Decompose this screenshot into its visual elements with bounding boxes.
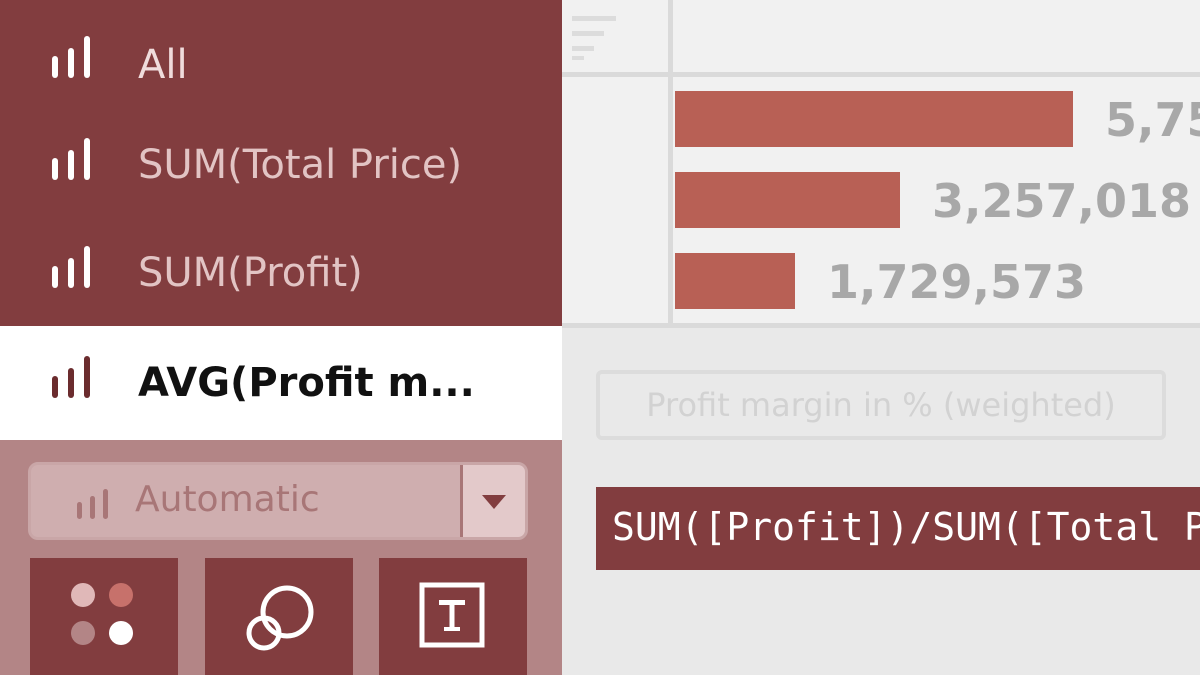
bar[interactable]	[675, 253, 795, 309]
mark-type-dropdown-button[interactable]	[460, 465, 525, 537]
mark-item-all[interactable]: All	[0, 0, 562, 108]
text-button[interactable]	[379, 558, 527, 675]
bar-value-label: 1,729,573	[827, 255, 1086, 309]
mark-item-label: SUM(Total Price)	[138, 142, 463, 188]
text-label-icon	[419, 582, 485, 648]
calculation-formula[interactable]: SUM([Profit])/SUM([Total Pr	[596, 487, 1200, 570]
calculation-formula-text: SUM([Profit])/SUM([Total Pr	[612, 505, 1200, 549]
caret-down-icon	[482, 495, 506, 509]
bar-chart-icon	[52, 246, 90, 288]
size-button[interactable]	[205, 558, 353, 675]
mark-item-sum-total-price[interactable]: SUM(Total Price)	[0, 108, 562, 216]
mark-type-dropdown[interactable]: Automatic	[28, 462, 528, 540]
bar[interactable]	[675, 91, 1073, 147]
mark-item-label: AVG(Profit m...	[138, 360, 475, 406]
view-area: 5,75 3,257,018 1,729,573	[562, 0, 1200, 328]
marks-card: All SUM(Total Price) SUM(Profit) AVG(Pro…	[0, 0, 562, 675]
mark-item-label: SUM(Profit)	[138, 250, 363, 296]
bar-chart-icon	[77, 489, 108, 519]
marks-card-controls: Automatic	[0, 440, 562, 675]
mark-item-label: All	[138, 42, 188, 88]
color-dots-icon	[71, 583, 133, 645]
bar-chart-icon	[52, 36, 90, 78]
mark-type-label: Automatic	[135, 479, 320, 520]
profit-margin-pill[interactable]: Profit margin in % (weighted)	[596, 370, 1166, 440]
bar-value-label: 5,75	[1105, 93, 1200, 147]
color-button[interactable]	[30, 558, 178, 675]
bar-value-label: 3,257,018	[932, 174, 1191, 228]
mark-item-avg-profit-margin[interactable]: AVG(Profit m...	[0, 326, 562, 440]
profit-margin-pill-label: Profit margin in % (weighted)	[646, 386, 1116, 424]
mark-item-sum-profit[interactable]: SUM(Profit)	[0, 216, 562, 326]
bar-chart: 5,75 3,257,018 1,729,573	[675, 91, 1200, 309]
bar-chart-icon	[52, 356, 90, 398]
bar-chart-icon	[52, 138, 90, 180]
bar[interactable]	[675, 172, 900, 228]
size-circles-icon	[246, 585, 314, 651]
